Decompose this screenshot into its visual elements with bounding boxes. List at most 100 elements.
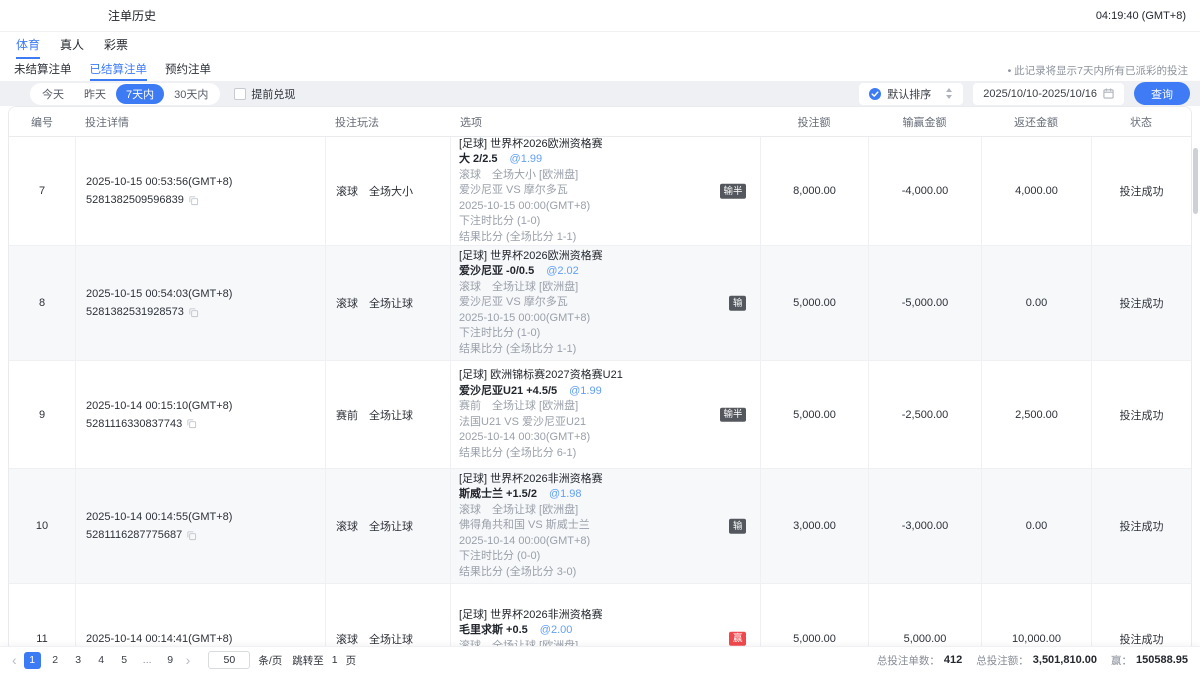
total-bets-value: 412	[944, 654, 962, 666]
cell-play: 滚球 全场让球	[325, 584, 450, 646]
option-league: [足球] 欧洲锦标赛2027资格赛U21	[459, 368, 760, 384]
result-badge: 输半	[720, 407, 746, 422]
date-range-segmented: 今天 昨天 7天内 30天内	[30, 83, 220, 105]
page-size-unit: 条/页	[258, 653, 282, 668]
date-range-picker[interactable]: 2025/10/10-2025/10/16	[973, 83, 1124, 105]
page-button[interactable]: 4	[93, 652, 110, 669]
prev-page-chevron-icon[interactable]: ‹	[8, 653, 21, 667]
cell-refund: 2,500.00	[981, 361, 1091, 468]
subtab-reserved[interactable]: 预约注单	[165, 59, 211, 81]
col-winloss: 输赢金额	[868, 114, 981, 130]
option-match: 佛得角共和国 VS 斯威士兰	[459, 518, 760, 534]
cell-detail: 2025-10-15 00:54:03(GMT+8) 5281382531928…	[75, 246, 325, 360]
total-win-label: 赢：	[1111, 653, 1132, 668]
subtabs-row: 未结算注单 已结算注单 预约注单 • 此记录将显示7天内所有已派彩的投注	[0, 59, 1200, 81]
bet-id: 5281382509596839	[86, 192, 184, 208]
option-odds: @1.99	[510, 153, 543, 165]
jump-page-value[interactable]: 1	[332, 654, 338, 666]
option-league: [足球] 世界杯2026非洲资格赛	[459, 472, 760, 488]
copy-icon[interactable]	[188, 195, 199, 206]
checkbox-box[interactable]	[234, 88, 246, 100]
page-button[interactable]: 2	[47, 652, 64, 669]
page-size-input[interactable]	[208, 651, 250, 669]
col-amount: 投注额	[760, 114, 868, 130]
cell-winloss: -2,500.00	[868, 361, 981, 468]
option-time: 2025-10-14 00:30(GMT+8)	[459, 430, 760, 446]
filter-right-group: 默认排序 2025/10/10-2025/10/16 查询	[859, 82, 1190, 105]
copy-icon[interactable]	[186, 530, 197, 541]
cell-refund: 4,000.00	[981, 137, 1091, 245]
option-pick: 大 2/2.5@1.99	[459, 152, 760, 168]
table-footer: ‹ 1 2 3 4 5 ... 9 › 条/页 跳转至 1 页 总投注单数：41…	[0, 646, 1200, 673]
tab-lottery[interactable]: 彩票	[104, 32, 128, 59]
table-row: 8 2025-10-15 00:54:03(GMT+8) 52813825319…	[9, 246, 1191, 361]
subtab-settled[interactable]: 已结算注单	[90, 59, 148, 81]
total-amount-label: 总投注额：	[976, 653, 1029, 668]
option-odds: @1.99	[569, 385, 602, 397]
range-today[interactable]: 今天	[32, 84, 74, 104]
cell-amount: 5,000.00	[760, 361, 868, 468]
cell-status: 投注成功	[1091, 246, 1191, 360]
cell-amount: 8,000.00	[760, 137, 868, 245]
option-market: 赛前 全场让球 [欧洲盘]	[459, 399, 760, 415]
early-cashout-checkbox[interactable]: 提前兑现	[234, 86, 295, 102]
bet-time: 2025-10-14 00:14:41(GMT+8)	[86, 631, 325, 647]
option-bet-score: 下注时比分 (1-0)	[459, 326, 760, 342]
copy-icon[interactable]	[188, 307, 199, 318]
records-note: • 此记录将显示7天内所有已派彩的投注	[1008, 59, 1188, 81]
tab-sports[interactable]: 体育	[16, 32, 40, 59]
page-button[interactable]: 1	[24, 652, 41, 669]
range-30days[interactable]: 30天内	[164, 84, 218, 104]
option-league: [足球] 世界杯2026欧洲资格赛	[459, 249, 760, 265]
page-button[interactable]: 5	[116, 652, 133, 669]
jump-label: 跳转至	[292, 653, 324, 668]
total-win-value: 150588.95	[1136, 654, 1188, 666]
result-badge: 赢	[729, 631, 746, 646]
cell-status: 投注成功	[1091, 584, 1191, 646]
col-option: 选项	[450, 114, 760, 130]
option-time: 2025-10-14 00:00(GMT+8)	[459, 534, 760, 550]
option-time: 2025-10-15 00:00(GMT+8)	[459, 311, 760, 327]
range-7days[interactable]: 7天内	[116, 84, 164, 104]
bet-time: 2025-10-14 00:14:55(GMT+8)	[86, 509, 325, 525]
next-page-chevron-icon[interactable]: ›	[182, 653, 195, 667]
option-odds: @2.00	[540, 624, 573, 636]
sort-arrows-icon	[945, 88, 953, 99]
option-result: 结果比分 (全场比分 1-1)	[459, 342, 760, 358]
bet-id: 5281116287775687	[86, 527, 182, 543]
cell-winloss: -5,000.00	[868, 246, 981, 360]
tab-live[interactable]: 真人	[60, 32, 84, 59]
option-market: 滚球 全场让球 [欧洲盘]	[459, 639, 760, 647]
date-range-value: 2025/10/10-2025/10/16	[983, 88, 1097, 100]
sort-select[interactable]: 默认排序	[859, 83, 963, 105]
bet-history-page: 注单历史 04:19:40 (GMT+8) 体育 真人 彩票 未结算注单 已结算…	[0, 0, 1200, 673]
option-pick: 爱沙尼亚 -0/0.5@2.02	[459, 264, 760, 280]
calendar-icon	[1103, 88, 1114, 99]
cell-no: 10	[9, 469, 75, 583]
option-market: 滚球 全场让球 [欧洲盘]	[459, 503, 760, 519]
cell-winloss: 5,000.00	[868, 584, 981, 646]
cell-play: 滚球 全场让球	[325, 469, 450, 583]
cell-refund: 0.00	[981, 469, 1091, 583]
result-badge: 输半	[720, 184, 746, 199]
page-button[interactable]: 3	[70, 652, 87, 669]
result-badge: 输	[729, 519, 746, 534]
option-time: 2025-10-15 00:00(GMT+8)	[459, 199, 760, 215]
cell-status: 投注成功	[1091, 361, 1191, 468]
option-result: 结果比分 (全场比分 1-1)	[459, 230, 760, 246]
copy-icon[interactable]	[186, 418, 197, 429]
option-league: [足球] 世界杯2026欧洲资格赛	[459, 137, 760, 152]
scrollbar-thumb[interactable]	[1193, 148, 1198, 214]
cell-no: 11	[9, 584, 75, 646]
cell-play: 滚球 全场让球	[325, 246, 450, 360]
subtab-unsettled[interactable]: 未结算注单	[14, 59, 72, 81]
cell-detail: 2025-10-14 00:14:55(GMT+8) 5281116287775…	[75, 469, 325, 583]
bet-time: 2025-10-15 00:54:03(GMT+8)	[86, 286, 325, 302]
query-button[interactable]: 查询	[1134, 82, 1190, 105]
cell-no: 8	[9, 246, 75, 360]
table-row: 7 2025-10-15 00:53:56(GMT+8) 52813825095…	[9, 137, 1191, 246]
col-refund: 返还金额	[981, 114, 1091, 130]
range-yesterday[interactable]: 昨天	[74, 84, 116, 104]
option-match: 爱沙尼亚 VS 摩尔多瓦	[459, 183, 760, 199]
page-button[interactable]: 9	[162, 652, 179, 669]
